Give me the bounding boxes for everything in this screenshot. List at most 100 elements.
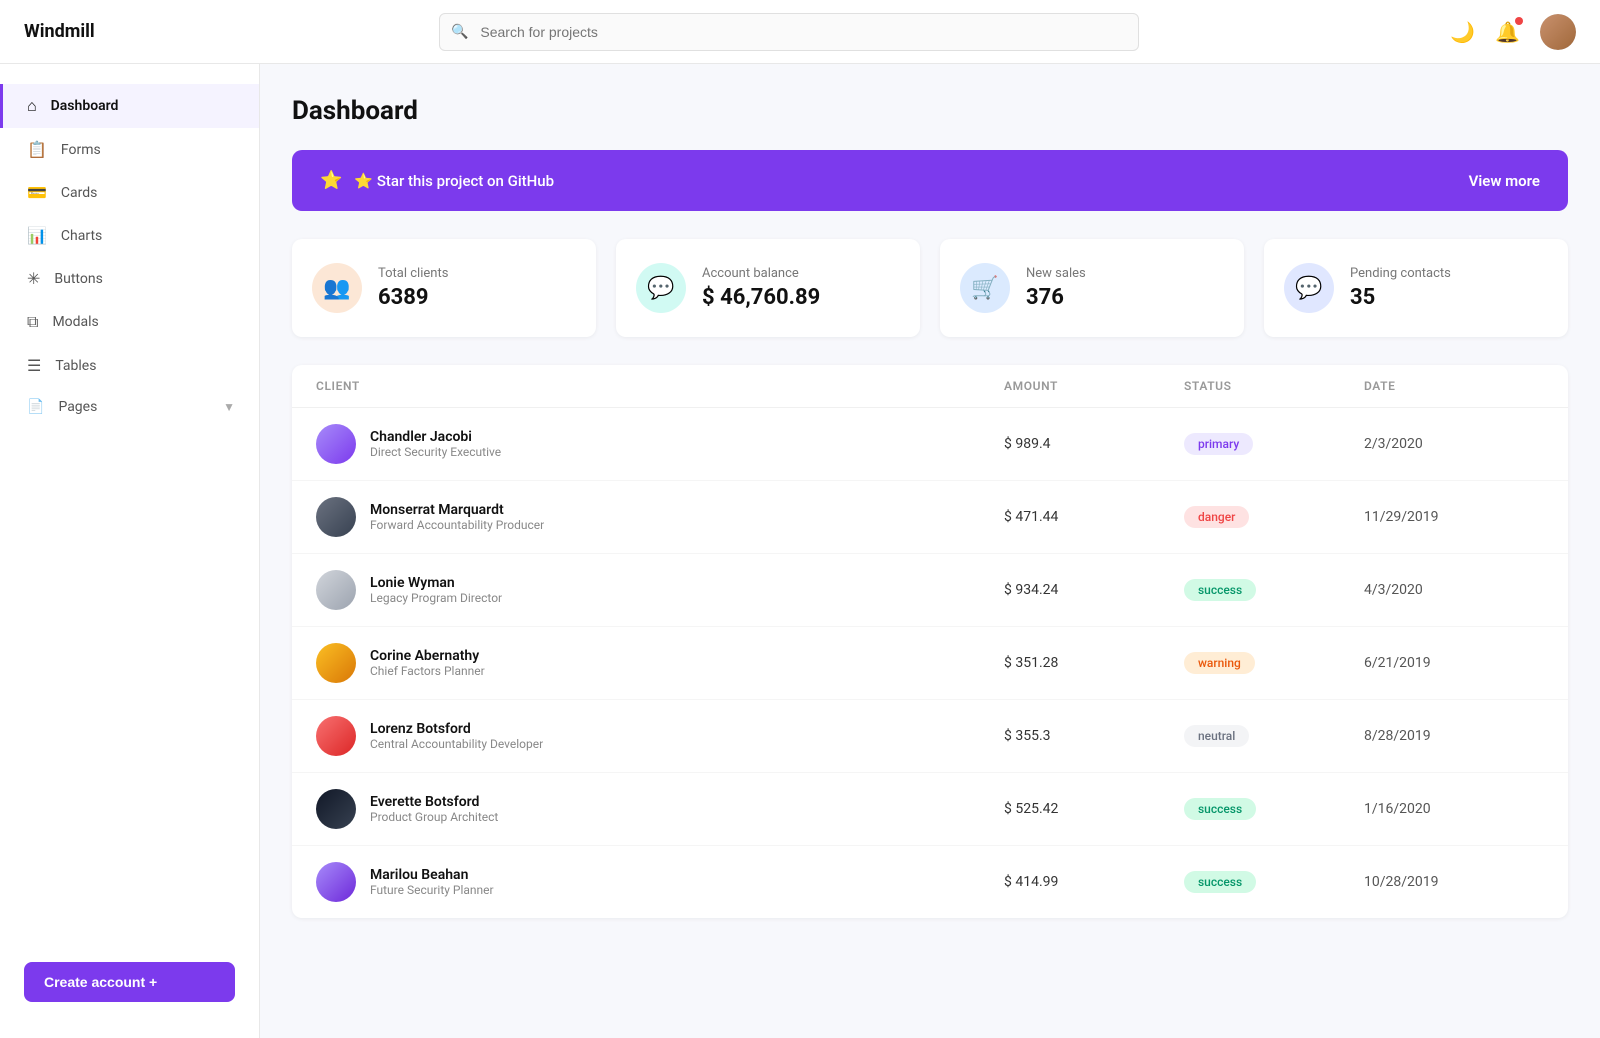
client-role: Forward Accountability Producer: [370, 518, 544, 532]
forms-icon: 📋: [27, 140, 47, 159]
avatar-image: [1540, 14, 1576, 50]
status-badge: success: [1184, 579, 1256, 601]
notification-icon[interactable]: 🔔: [1495, 20, 1520, 44]
client-name: Monserrat Marquardt: [370, 502, 544, 518]
stat-info-balance: Account balance $ 46,760.89: [702, 266, 820, 310]
banner-view-more[interactable]: View more: [1469, 172, 1540, 190]
date-cell: 2/3/2020: [1364, 436, 1544, 452]
client-name: Chandler Jacobi: [370, 429, 501, 445]
client-name: Everette Botsford: [370, 794, 498, 810]
sidebar-item-buttons[interactable]: ✳ Buttons: [0, 257, 259, 300]
sidebar-item-pages[interactable]: 📄 Pages ▼: [0, 387, 259, 427]
date-cell: 10/28/2019: [1364, 874, 1544, 890]
sidebar: ⌂ Dashboard 📋 Forms 💳 Cards 📊 Charts ✳ B…: [0, 64, 260, 1038]
stat-card-balance: 💬 Account balance $ 46,760.89: [616, 239, 920, 337]
table-header: CLIENT AMOUNT STATUS DATE: [292, 365, 1568, 408]
status-cell: danger: [1184, 506, 1364, 528]
table-row: Monserrat Marquardt Forward Accountabili…: [292, 481, 1568, 554]
amount-cell: $ 934.24: [1004, 582, 1184, 598]
table-row: Lonie Wyman Legacy Program Director $ 93…: [292, 554, 1568, 627]
client-info: Lonie Wyman Legacy Program Director: [370, 575, 502, 605]
status-badge: success: [1184, 798, 1256, 820]
theme-toggle-icon[interactable]: 🌙: [1450, 20, 1475, 44]
table-row: Chandler Jacobi Direct Security Executiv…: [292, 408, 1568, 481]
client-role: Direct Security Executive: [370, 445, 501, 459]
client-info: Everette Botsford Product Group Architec…: [370, 794, 498, 824]
sidebar-label-charts: Charts: [61, 228, 102, 244]
client-avatar: [316, 570, 356, 610]
client-cell: Corine Abernathy Chief Factors Planner: [316, 643, 1004, 683]
stat-label-contacts: Pending contacts: [1350, 266, 1451, 281]
stat-label-sales: New sales: [1026, 266, 1086, 281]
layout: ⌂ Dashboard 📋 Forms 💳 Cards 📊 Charts ✳ B…: [0, 64, 1600, 1038]
avatar[interactable]: [1540, 14, 1576, 50]
client-cell: Everette Botsford Product Group Architec…: [316, 789, 1004, 829]
client-cell: Monserrat Marquardt Forward Accountabili…: [316, 497, 1004, 537]
sidebar-item-modals[interactable]: ⧉ Modals: [0, 300, 259, 344]
sidebar-label-dashboard: Dashboard: [51, 98, 119, 114]
cards-icon: 💳: [27, 183, 47, 202]
amount-cell: $ 414.99: [1004, 874, 1184, 890]
sidebar-label-forms: Forms: [61, 142, 101, 158]
client-info: Corine Abernathy Chief Factors Planner: [370, 648, 485, 678]
client-cell: Lonie Wyman Legacy Program Director: [316, 570, 1004, 610]
charts-icon: 📊: [27, 226, 47, 245]
client-name: Corine Abernathy: [370, 648, 485, 664]
sidebar-item-charts[interactable]: 📊 Charts: [0, 214, 259, 257]
status-badge: neutral: [1184, 725, 1249, 747]
status-cell: primary: [1184, 433, 1364, 455]
stat-card-contacts: 💬 Pending contacts 35: [1264, 239, 1568, 337]
stat-value-sales: 376: [1026, 285, 1086, 310]
table-row: Everette Botsford Product Group Architec…: [292, 773, 1568, 846]
sidebar-item-cards[interactable]: 💳 Cards: [0, 171, 259, 214]
sidebar-item-dashboard[interactable]: ⌂ Dashboard: [0, 84, 259, 128]
client-role: Legacy Program Director: [370, 591, 502, 605]
client-name: Lorenz Botsford: [370, 721, 543, 737]
amount-cell: $ 351.28: [1004, 655, 1184, 671]
page-title: Dashboard: [292, 96, 1568, 126]
date-cell: 4/3/2020: [1364, 582, 1544, 598]
search-input[interactable]: [439, 13, 1139, 51]
banner-left: ⭐ ⭐ Star this project on GitHub: [320, 170, 554, 191]
date-cell: 11/29/2019: [1364, 509, 1544, 525]
date-cell: 6/21/2019: [1364, 655, 1544, 671]
topbar-right: 🌙 🔔: [1450, 14, 1576, 50]
sidebar-label-pages: Pages: [58, 399, 97, 415]
sidebar-label-buttons: Buttons: [54, 271, 102, 287]
create-account-button[interactable]: Create account +: [24, 962, 235, 1002]
client-avatar: [316, 643, 356, 683]
col-date: DATE: [1364, 379, 1544, 393]
github-banner: ⭐ ⭐ Star this project on GitHub View mor…: [292, 150, 1568, 211]
search-icon: 🔍: [451, 24, 468, 40]
stat-value-contacts: 35: [1350, 285, 1451, 310]
stat-label-balance: Account balance: [702, 266, 820, 281]
col-amount: AMOUNT: [1004, 379, 1184, 393]
amount-cell: $ 355.3: [1004, 728, 1184, 744]
status-badge: success: [1184, 871, 1256, 893]
buttons-icon: ✳: [27, 269, 40, 288]
client-cell: Chandler Jacobi Direct Security Executiv…: [316, 424, 1004, 464]
status-cell: warning: [1184, 652, 1364, 674]
stat-icon-contacts: 💬: [1284, 263, 1334, 313]
stats-row: 👥 Total clients 6389 💬 Account balance $…: [292, 239, 1568, 337]
banner-text: ⭐ Star this project on GitHub: [354, 172, 554, 190]
client-avatar: [316, 789, 356, 829]
status-cell: success: [1184, 798, 1364, 820]
status-badge: danger: [1184, 506, 1249, 528]
stat-label-clients: Total clients: [378, 266, 448, 281]
amount-cell: $ 471.44: [1004, 509, 1184, 525]
client-role: Central Accountability Developer: [370, 737, 543, 751]
status-badge: warning: [1184, 652, 1255, 674]
search-container: 🔍: [439, 13, 1139, 51]
pages-icon: 📄: [27, 399, 44, 415]
main-content: Dashboard ⭐ ⭐ Star this project on GitHu…: [260, 64, 1600, 1038]
status-cell: success: [1184, 871, 1364, 893]
status-cell: neutral: [1184, 725, 1364, 747]
client-avatar: [316, 424, 356, 464]
app-logo: Windmill: [24, 21, 284, 42]
client-cell: Marilou Beahan Future Security Planner: [316, 862, 1004, 902]
client-name: Marilou Beahan: [370, 867, 494, 883]
sidebar-item-forms[interactable]: 📋 Forms: [0, 128, 259, 171]
sidebar-item-tables[interactable]: ☰ Tables: [0, 344, 259, 387]
stat-icon-sales: 🛒: [960, 263, 1010, 313]
